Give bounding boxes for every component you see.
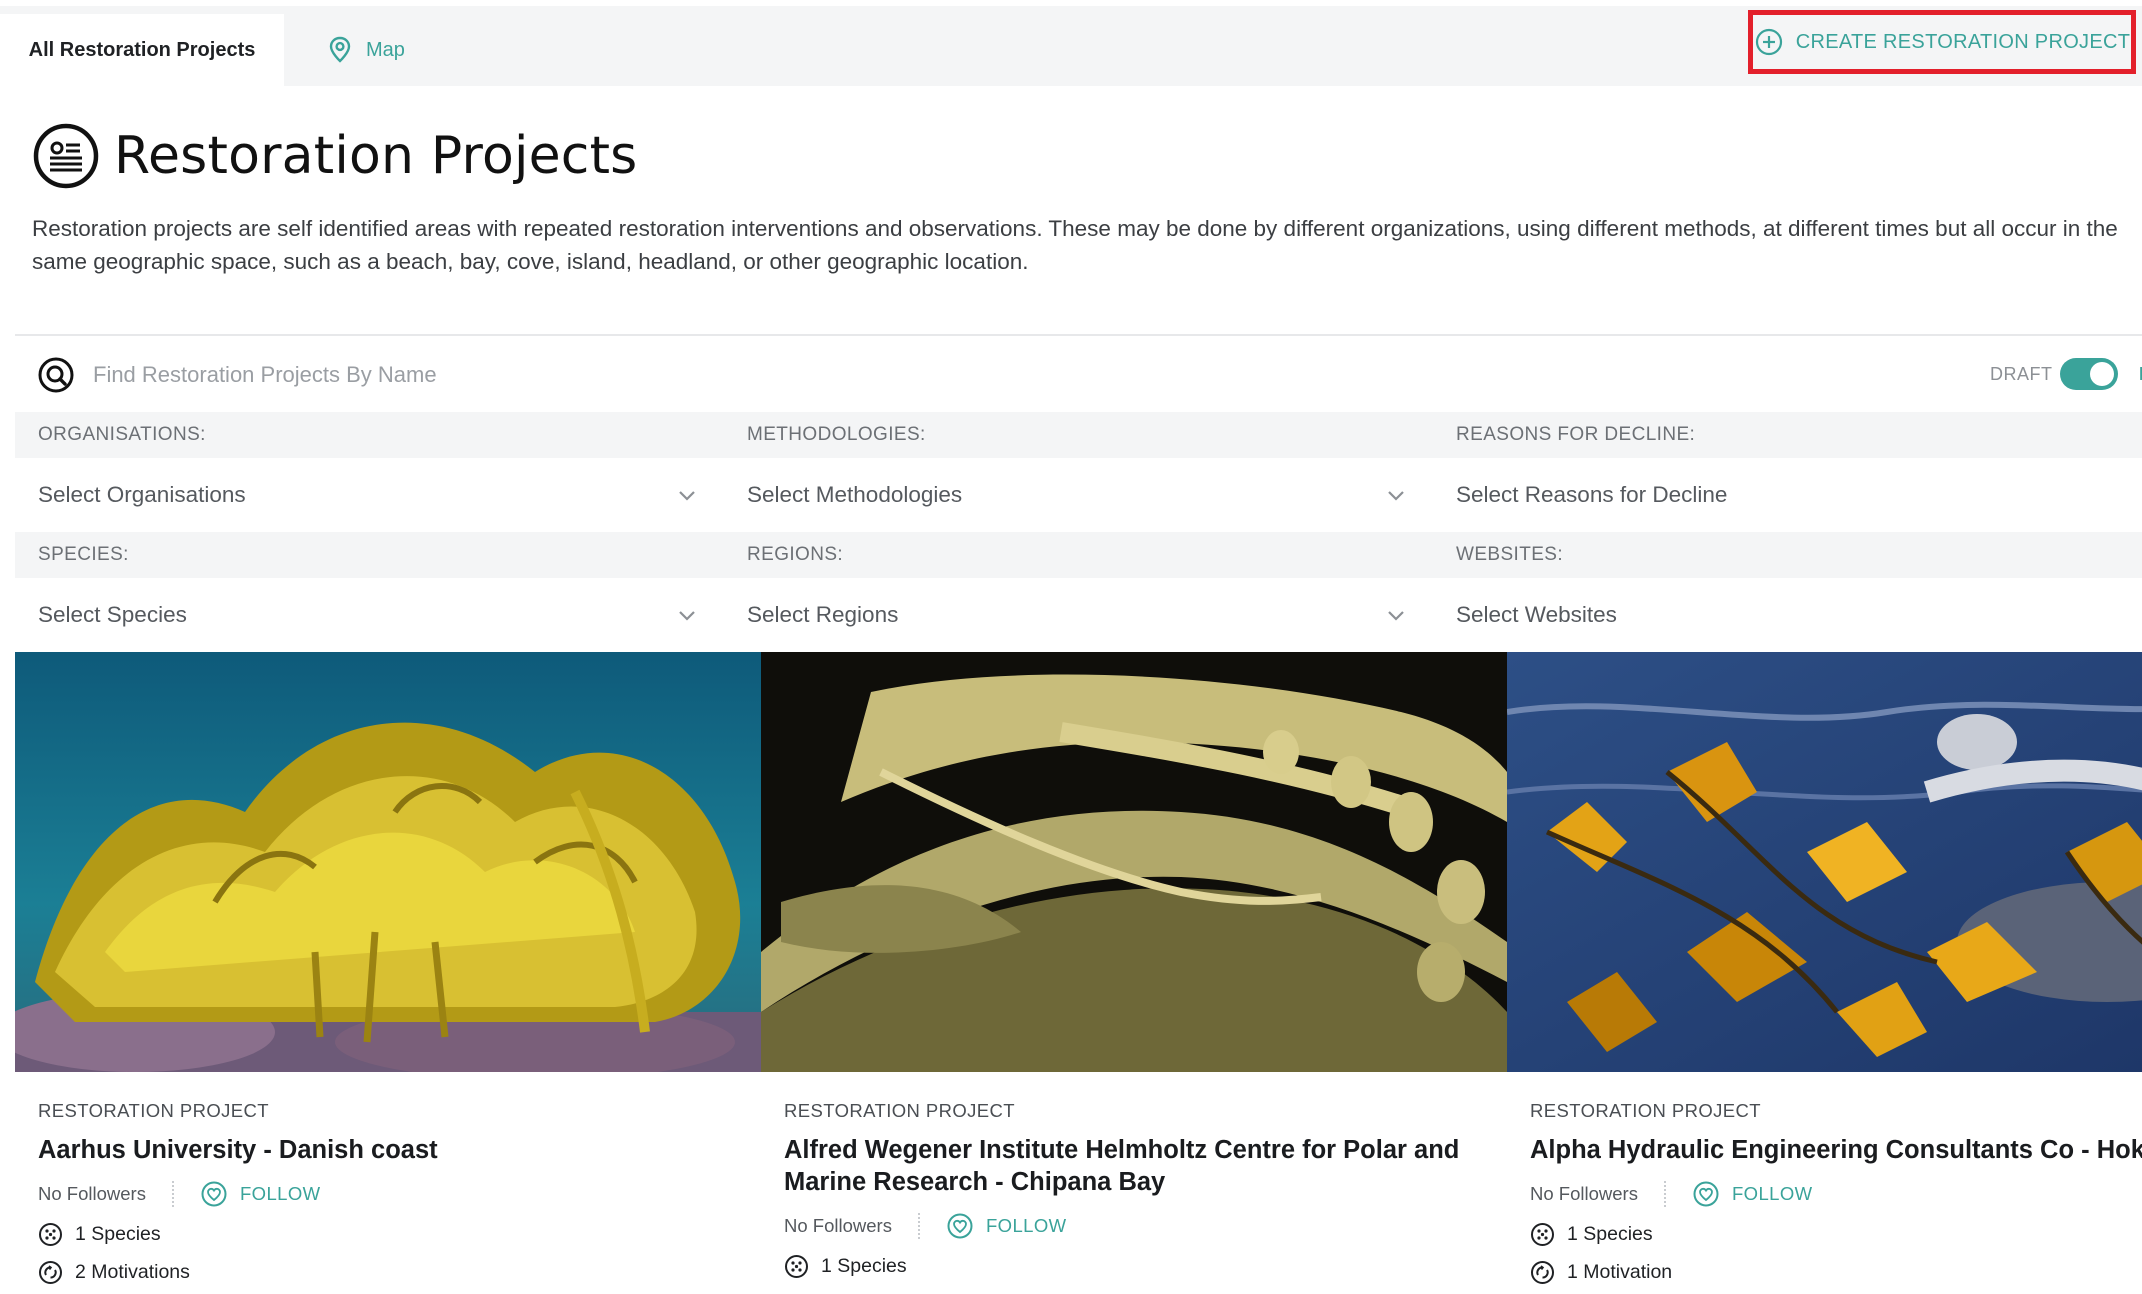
websites-select[interactable]: Select Websites — [1433, 578, 2142, 652]
card-title[interactable]: Alpha Hydraulic Engineering Consultants … — [1530, 1134, 2142, 1166]
card-stats: 1 Species 1 Motivation — [1530, 1216, 2142, 1290]
chevron-down-icon — [1388, 491, 1404, 501]
chevron-down-icon — [679, 491, 695, 501]
filter-select-row: Select Organisations Select Methodologie… — [15, 458, 2142, 532]
follow-row: No Followers FOLLOW — [1530, 1176, 2142, 1212]
tab-map-label: Map — [366, 38, 405, 61]
card-type: RESTORATION PROJECT — [1530, 1100, 1761, 1121]
card-image-kelp-shoreline[interactable] — [1507, 652, 2142, 1072]
project-card[interactable]: RESTORATION PROJECT Alpha Hydraulic Engi… — [1507, 652, 2142, 1294]
filter-label-regions: REGIONS: — [747, 544, 844, 565]
project-card-list: RESTORATION PROJECT Aarhus University - … — [15, 652, 2142, 1294]
methodologies-select-value: Select Methodologies — [747, 482, 963, 507]
card-title[interactable]: Alfred Wegener Institute Helmholtz Centr… — [784, 1134, 1484, 1198]
project-card[interactable]: RESTORATION PROJECT Aarhus University - … — [15, 652, 761, 1294]
reasons-for-decline-select[interactable]: Select Reasons for Decline — [1433, 458, 2142, 532]
follow-button[interactable]: FOLLOW — [946, 1212, 1067, 1240]
species-count-label: 1 Species — [75, 1222, 161, 1245]
toggle-knob — [2090, 362, 2114, 386]
card-image-kelp-fronds[interactable] — [761, 652, 1507, 1072]
species-count: 1 Species — [784, 1248, 1507, 1284]
filter-select-row: Select Species Select Regions Select Web… — [15, 578, 2142, 652]
page-header: Restoration Projects — [32, 118, 637, 194]
draft-published-toggle[interactable] — [2060, 358, 2118, 390]
species-count: 1 Species — [38, 1216, 761, 1252]
tab-all-restoration-projects-label: All Restoration Projects — [28, 38, 256, 61]
project-card[interactable]: RESTORATION PROJECT Alfred Wegener Insti… — [761, 652, 1507, 1294]
motivations-count-label: 1 Motivation — [1567, 1260, 1673, 1283]
species-count: 1 Species — [1530, 1216, 2142, 1252]
search-bar: DRAFT P — [15, 334, 2142, 412]
card-image-kelp-reef[interactable] — [15, 652, 761, 1072]
tab-bar: All Restoration Projects Map CREATE REST… — [0, 6, 2142, 86]
followers-count: No Followers — [1530, 1183, 1638, 1204]
search-icon — [38, 357, 74, 393]
draft-label: DRAFT — [1990, 364, 2053, 384]
follow-button[interactable]: FOLLOW — [1692, 1180, 1813, 1208]
page-description-line-2: same geographic space, such as a beach, … — [32, 249, 1029, 274]
follow-label: FOLLOW — [985, 1215, 1067, 1236]
followers-count: No Followers — [784, 1215, 892, 1236]
page-title: Restoration Projects — [114, 126, 638, 186]
divider — [171, 1181, 174, 1207]
follow-button[interactable]: FOLLOW — [200, 1180, 321, 1208]
chevron-down-icon — [1388, 611, 1404, 621]
motivations-count: 2 Motivations — [38, 1254, 761, 1290]
filter-label-reasons-for-decline: REASONS FOR DECLINE: — [1456, 424, 1696, 445]
methodologies-select[interactable]: Select Methodologies — [724, 458, 1433, 532]
species-count-label: 1 Species — [821, 1254, 907, 1277]
filter-label-methodologies: METHODOLOGIES: — [747, 424, 926, 445]
tab-map[interactable]: Map — [328, 14, 405, 86]
card-stats: 1 Species 2 Motivations — [38, 1216, 761, 1290]
motivation-icon — [1531, 1260, 1554, 1284]
filter-label-row: ORGANISATIONS: METHODOLOGIES: REASONS FO… — [15, 412, 2142, 458]
page-description-line-1: Restoration projects are self identified… — [32, 216, 2118, 241]
follow-row: No Followers FOLLOW — [38, 1176, 761, 1212]
motivation-icon — [39, 1260, 62, 1284]
page-description: Restoration projects are self identified… — [32, 212, 2142, 278]
card-type: RESTORATION PROJECT — [38, 1100, 269, 1121]
motivations-count: 1 Motivation — [1530, 1254, 2142, 1290]
reasons-for-decline-select-value: Select Reasons for Decline — [1456, 482, 1728, 507]
organisations-select[interactable]: Select Organisations — [15, 458, 724, 532]
species-icon — [785, 1254, 808, 1278]
websites-select-value: Select Websites — [1456, 602, 1617, 627]
heart-circle-icon — [201, 1181, 227, 1207]
species-select[interactable]: Select Species — [15, 578, 724, 652]
filter-label-organisations: ORGANISATIONS: — [38, 424, 206, 445]
regions-select[interactable]: Select Regions — [724, 578, 1433, 652]
motivations-count-label: 2 Motivations — [75, 1260, 190, 1283]
search-input[interactable] — [93, 350, 1193, 400]
heart-circle-icon — [1693, 1181, 1719, 1207]
card-stats: 1 Species — [784, 1248, 1507, 1284]
plus-circle-icon — [1755, 28, 1782, 56]
species-icon — [39, 1222, 62, 1246]
follow-row: No Followers FOLLOW — [784, 1208, 1507, 1244]
follow-label: FOLLOW — [239, 1183, 321, 1204]
map-pin-icon — [329, 36, 351, 63]
card-title[interactable]: Aarhus University - Danish coast — [38, 1134, 798, 1166]
create-restoration-project-button[interactable]: CREATE RESTORATION PROJECT — [1748, 10, 2136, 74]
followers-count: No Followers — [38, 1183, 146, 1204]
chevron-down-icon — [679, 611, 695, 621]
filter-label-row: SPECIES: REGIONS: WEBSITES: — [15, 532, 2142, 578]
create-restoration-project-label: CREATE RESTORATION PROJECT — [1795, 30, 2131, 53]
regions-select-value: Select Regions — [747, 602, 899, 627]
species-icon — [1531, 1222, 1554, 1246]
card-type: RESTORATION PROJECT — [784, 1100, 1015, 1121]
restoration-project-icon — [33, 123, 99, 189]
heart-circle-icon — [947, 1213, 973, 1239]
tab-all-restoration-projects[interactable]: All Restoration Projects — [0, 14, 284, 86]
species-select-value: Select Species — [38, 602, 187, 627]
page: All Restoration Projects Map CREATE REST… — [0, 0, 2142, 1294]
divider — [1663, 1181, 1666, 1207]
species-count-label: 1 Species — [1567, 1222, 1653, 1245]
divider — [917, 1213, 920, 1239]
follow-label: FOLLOW — [1731, 1183, 1813, 1204]
organisations-select-value: Select Organisations — [38, 482, 246, 507]
filter-label-species: SPECIES: — [38, 544, 129, 565]
filters: ORGANISATIONS: METHODOLOGIES: REASONS FO… — [15, 412, 2142, 652]
filter-label-websites: WEBSITES: — [1456, 544, 1564, 565]
